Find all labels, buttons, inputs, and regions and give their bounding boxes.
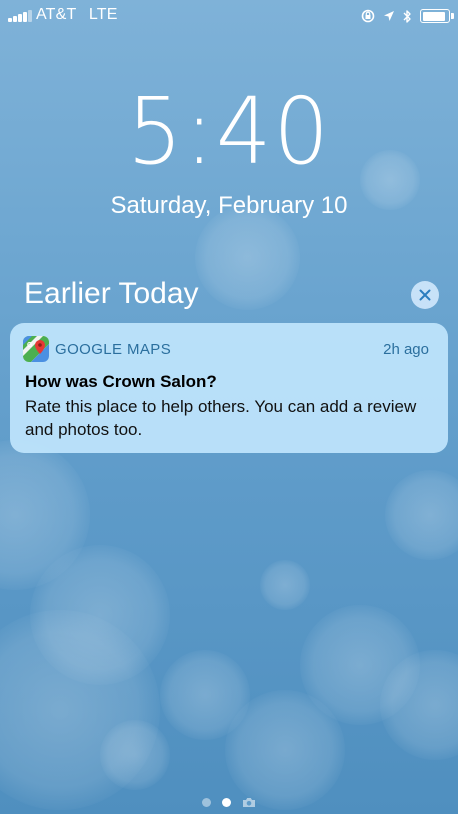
bokeh-light	[225, 690, 345, 810]
carrier-name: AT&T	[36, 6, 77, 23]
signal-bars-icon	[8, 10, 34, 22]
battery-icon	[420, 9, 454, 23]
camera-icon[interactable]	[242, 796, 256, 808]
notification-app-name: GOOGLE MAPS	[55, 341, 172, 358]
status-icons	[361, 6, 454, 26]
close-icon	[419, 289, 431, 301]
bokeh-light	[195, 205, 300, 310]
bokeh-light	[260, 560, 310, 610]
lock-screen-date: Saturday, February 10	[110, 192, 348, 219]
lock-screen-time: 5:40	[127, 78, 331, 185]
location-arrow-icon	[384, 11, 394, 21]
clear-notifications-button[interactable]	[411, 281, 439, 309]
page-indicator	[0, 796, 458, 808]
google-maps-icon: G	[23, 336, 49, 362]
page-dot-icon	[202, 797, 211, 807]
orientation-lock-icon	[361, 9, 375, 23]
bokeh-light	[100, 720, 170, 790]
notification-section-title: Earlier Today	[24, 277, 199, 310]
network-type: LTE	[88, 6, 118, 23]
battery-level	[422, 11, 445, 21]
notification-title: How was Crown Salon?	[25, 372, 217, 391]
notification-body: Rate this place to help others. You can …	[25, 397, 417, 439]
svg-text:G: G	[27, 342, 33, 349]
carrier-info: AT&T LTE	[36, 6, 118, 24]
page-dot-active-icon	[222, 797, 231, 807]
notification-time: 2h ago	[383, 341, 429, 358]
bokeh-light	[385, 470, 458, 560]
status-bar: AT&T LTE	[0, 0, 458, 30]
bluetooth-icon	[403, 9, 411, 23]
notification-card[interactable]: G GOOGLE MAPS 2h ago How was Crown Salon…	[10, 323, 448, 453]
